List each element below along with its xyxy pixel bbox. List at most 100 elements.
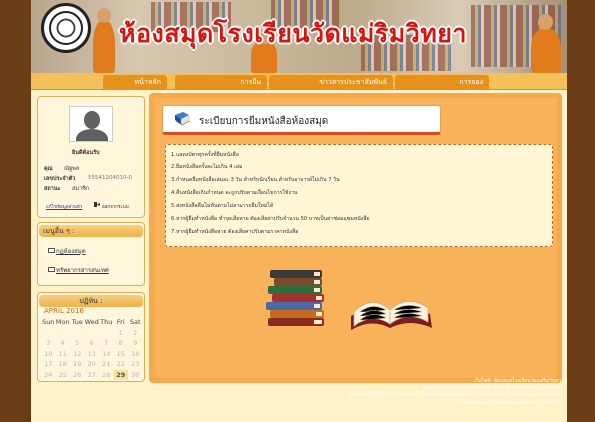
edit-profile-link[interactable]: แก้ไขข้อมูลส่วนตัว [46, 203, 82, 210]
id-value: 55541204010-0 [88, 175, 132, 181]
calendar-day[interactable]: 24 [41, 370, 56, 381]
calendar-weekday: Sun [42, 318, 55, 326]
name-label: คุณ [44, 166, 53, 172]
calendar-weekday-row: Sun Mon Tue Wed Thu Fri Sat [41, 317, 143, 328]
content-inner: ระเบียบการยืมหนังสือห้องสมุด 1.แสดงบัตรท… [154, 98, 557, 378]
calendar-panel: ปฏิทิน : APRIL 2016 Sun Mon Tue Wed Thu Fri Sa… [37, 292, 145, 382]
footer-line: มหาวิทยาลัยเทคโนโลยีราชมงคลล้านนา เชียงใ… [452, 399, 561, 406]
page-heading: ระเบียบการยืมหนังสือห้องสมุด [199, 116, 329, 127]
calendar-day[interactable]: 22 [114, 359, 129, 370]
footer-line: นักศึกษาชั้นปีที่ 4 สาขาวิชาเทคโนโลยีสาร… [348, 392, 561, 399]
name-value: ณัฐพล [64, 166, 80, 172]
calendar-day[interactable]: 26 [70, 370, 85, 381]
rule-item: 6.หากผู้ยืมทำหนังสือ ชำรุดเสียหาย ต้องเส… [171, 216, 370, 222]
menu-item-library-rules[interactable]: กฎห้องสมุด [56, 246, 86, 256]
status-label: สถานะ [44, 186, 61, 192]
photo-figure [531, 28, 561, 73]
logout-link[interactable]: ออกจากระบบ [102, 203, 129, 210]
calendar-day[interactable]: 11 [56, 349, 71, 360]
calendar-day[interactable]: 21 [99, 359, 114, 370]
calendar-day[interactable]: 27 [85, 370, 100, 381]
calendar-week-row: 10 11 12 13 14 15 16 [41, 349, 143, 360]
header-banner: ห้องสมุดโรงเรียนวัดแม่ริมวิทยา [31, 0, 567, 73]
calendar-weekday: Fri [116, 318, 125, 326]
calendar-title: ปฏิทิน : [39, 295, 143, 307]
calendar-day[interactable]: 30 [128, 370, 143, 381]
calendar-day[interactable]: 19 [70, 359, 85, 370]
calendar-weekday: Tue [71, 318, 83, 326]
open-book-icon [351, 301, 432, 330]
calendar-day[interactable]: 10 [41, 349, 56, 360]
folder-icon [48, 248, 55, 253]
calendar-day[interactable]: 18 [56, 359, 71, 370]
rule-item: 2.ยืมหนังสือครั้งละไม่เกิน 4 เล่ม [171, 164, 243, 170]
photo-figure [93, 20, 115, 73]
rule-item: 1.แสดงบัตรทุกครั้งที่ยืมหนังสือ [171, 152, 239, 158]
rule-item: 4.คืนหนังสือเกินกำหนด จะถูกปรับตามเงื่อน… [171, 190, 298, 196]
profile-panel: ยินดีต้อนรับ คุณ ณัฐพล เลขประจำตัว 55541… [37, 96, 145, 218]
folder-icon [48, 267, 55, 272]
photo-figure-head [97, 8, 111, 23]
calendar-day [56, 328, 71, 339]
calendar-day[interactable]: 23 [128, 359, 143, 370]
main-content: ระเบียบการยืมหนังสือห้องสมุด 1.แสดงบัตรท… [149, 93, 562, 383]
calendar-day [41, 328, 56, 339]
calendar-grid: Sun Mon Tue Wed Thu Fri Sat 1 2 3 4 5 6 7 8 9 10 11 12 13 14… [41, 317, 143, 380]
calendar-day[interactable]: 7 [99, 338, 114, 349]
calendar-day[interactable]: 12 [70, 349, 85, 360]
calendar-week-row: 12 [41, 328, 143, 339]
page-container: ห้องสมุดโรงเรียนวัดแม่ริมวิทยา หน้าหลัก … [31, 0, 567, 422]
footer: เว็บไซต์: ห้องสมุดโรงเรียนวัดแม่ริมวิทยา… [348, 378, 561, 407]
calendar-day[interactable]: 15 [114, 349, 129, 360]
books-illustration [266, 270, 432, 330]
rule-item: 5.ส่งหนังสือคืนไม่ทันตามไม่สามารถยืมใหม่… [171, 203, 274, 209]
nav-home[interactable]: หน้าหลัก [103, 75, 167, 89]
site-title: ห้องสมุดโรงเรียนวัดแม่ริมวิทยา [119, 19, 467, 48]
page-header: ระเบียบการยืมหนังสือห้องสมุด [162, 105, 441, 135]
rules-box: 1.แสดงบัตรทุกครั้งที่ยืมหนังสือ 2.ยืมหนั… [165, 144, 553, 247]
nav-news[interactable]: ข่าวสารประชาสัมพันธ์ [269, 75, 393, 89]
calendar-weekday: Sat [129, 318, 141, 326]
calendar-weekday: Wed [84, 318, 99, 326]
calendar-day[interactable]: 20 [85, 359, 100, 370]
calendar-day[interactable]: 6 [85, 338, 100, 349]
rule-item: 7.หากผู้ยืมทำหนังสือหาย ต้องเสียค่าปรับต… [171, 229, 299, 235]
calendar-day[interactable]: 5 [70, 338, 85, 349]
calendar-day[interactable]: 28 [99, 370, 114, 381]
calendar-day[interactable]: 14 [99, 349, 114, 360]
calendar-day [99, 328, 114, 339]
calendar-weekday: Mon [55, 318, 70, 326]
calendar-week-row: 24 25 26 27 28 29 30 [41, 369, 143, 381]
calendar-day[interactable]: 16 [128, 349, 143, 360]
nav-reserve[interactable]: การจอง [395, 75, 489, 89]
id-label: เลขประจำตัว [44, 176, 76, 182]
photo-figure-head [538, 14, 553, 30]
welcome-text: ยินดีต้อนรับ [72, 150, 100, 156]
main-nav: หน้าหลัก การยืม ข่าวสารประชาสัมพันธ์ การ… [31, 73, 567, 90]
calendar-week-row: 3456789 [41, 338, 143, 349]
calendar-day[interactable]: 8 [114, 338, 129, 349]
other-menu-panel: เมนูอื่น ๆ : กฎห้องสมุด ทรัพยากรสารสนเทศ [37, 222, 145, 286]
menu-item-resources[interactable]: ทรัพยากรสารสนเทศ [56, 265, 109, 275]
calendar-day[interactable]: 13 [85, 349, 100, 360]
calendar-day [70, 328, 85, 339]
nav-borrow[interactable]: การยืม [175, 75, 267, 89]
calendar-week-row: 17 18 19 20 21 22 23 [41, 359, 143, 370]
calendar-day[interactable]: 9 [128, 338, 143, 349]
calendar-day[interactable]: 4 [56, 338, 71, 349]
calendar-day[interactable]: 17 [41, 359, 56, 370]
calendar-weekday: Thu [100, 318, 113, 326]
calendar-day[interactable]: 2 [128, 328, 143, 339]
calendar-day[interactable]: 3 [41, 338, 56, 349]
school-logo [41, 3, 91, 53]
calendar-day [85, 328, 100, 339]
avatar [69, 106, 113, 142]
status-value: สมาชิก [72, 186, 90, 192]
calendar-month: APRIL 2016 [44, 307, 84, 315]
calendar-day[interactable]: 25 [56, 370, 71, 381]
menu-title: เมนูอื่น ๆ : [39, 225, 143, 237]
rule-item: 3.กำหนดยืมหนังสือเล่มละ 3 วัน สำหรับนักเ… [171, 177, 340, 183]
logout-icon [94, 202, 100, 207]
calendar-day[interactable]: 1 [114, 328, 129, 339]
calendar-today[interactable]: 29 [113, 369, 128, 380]
